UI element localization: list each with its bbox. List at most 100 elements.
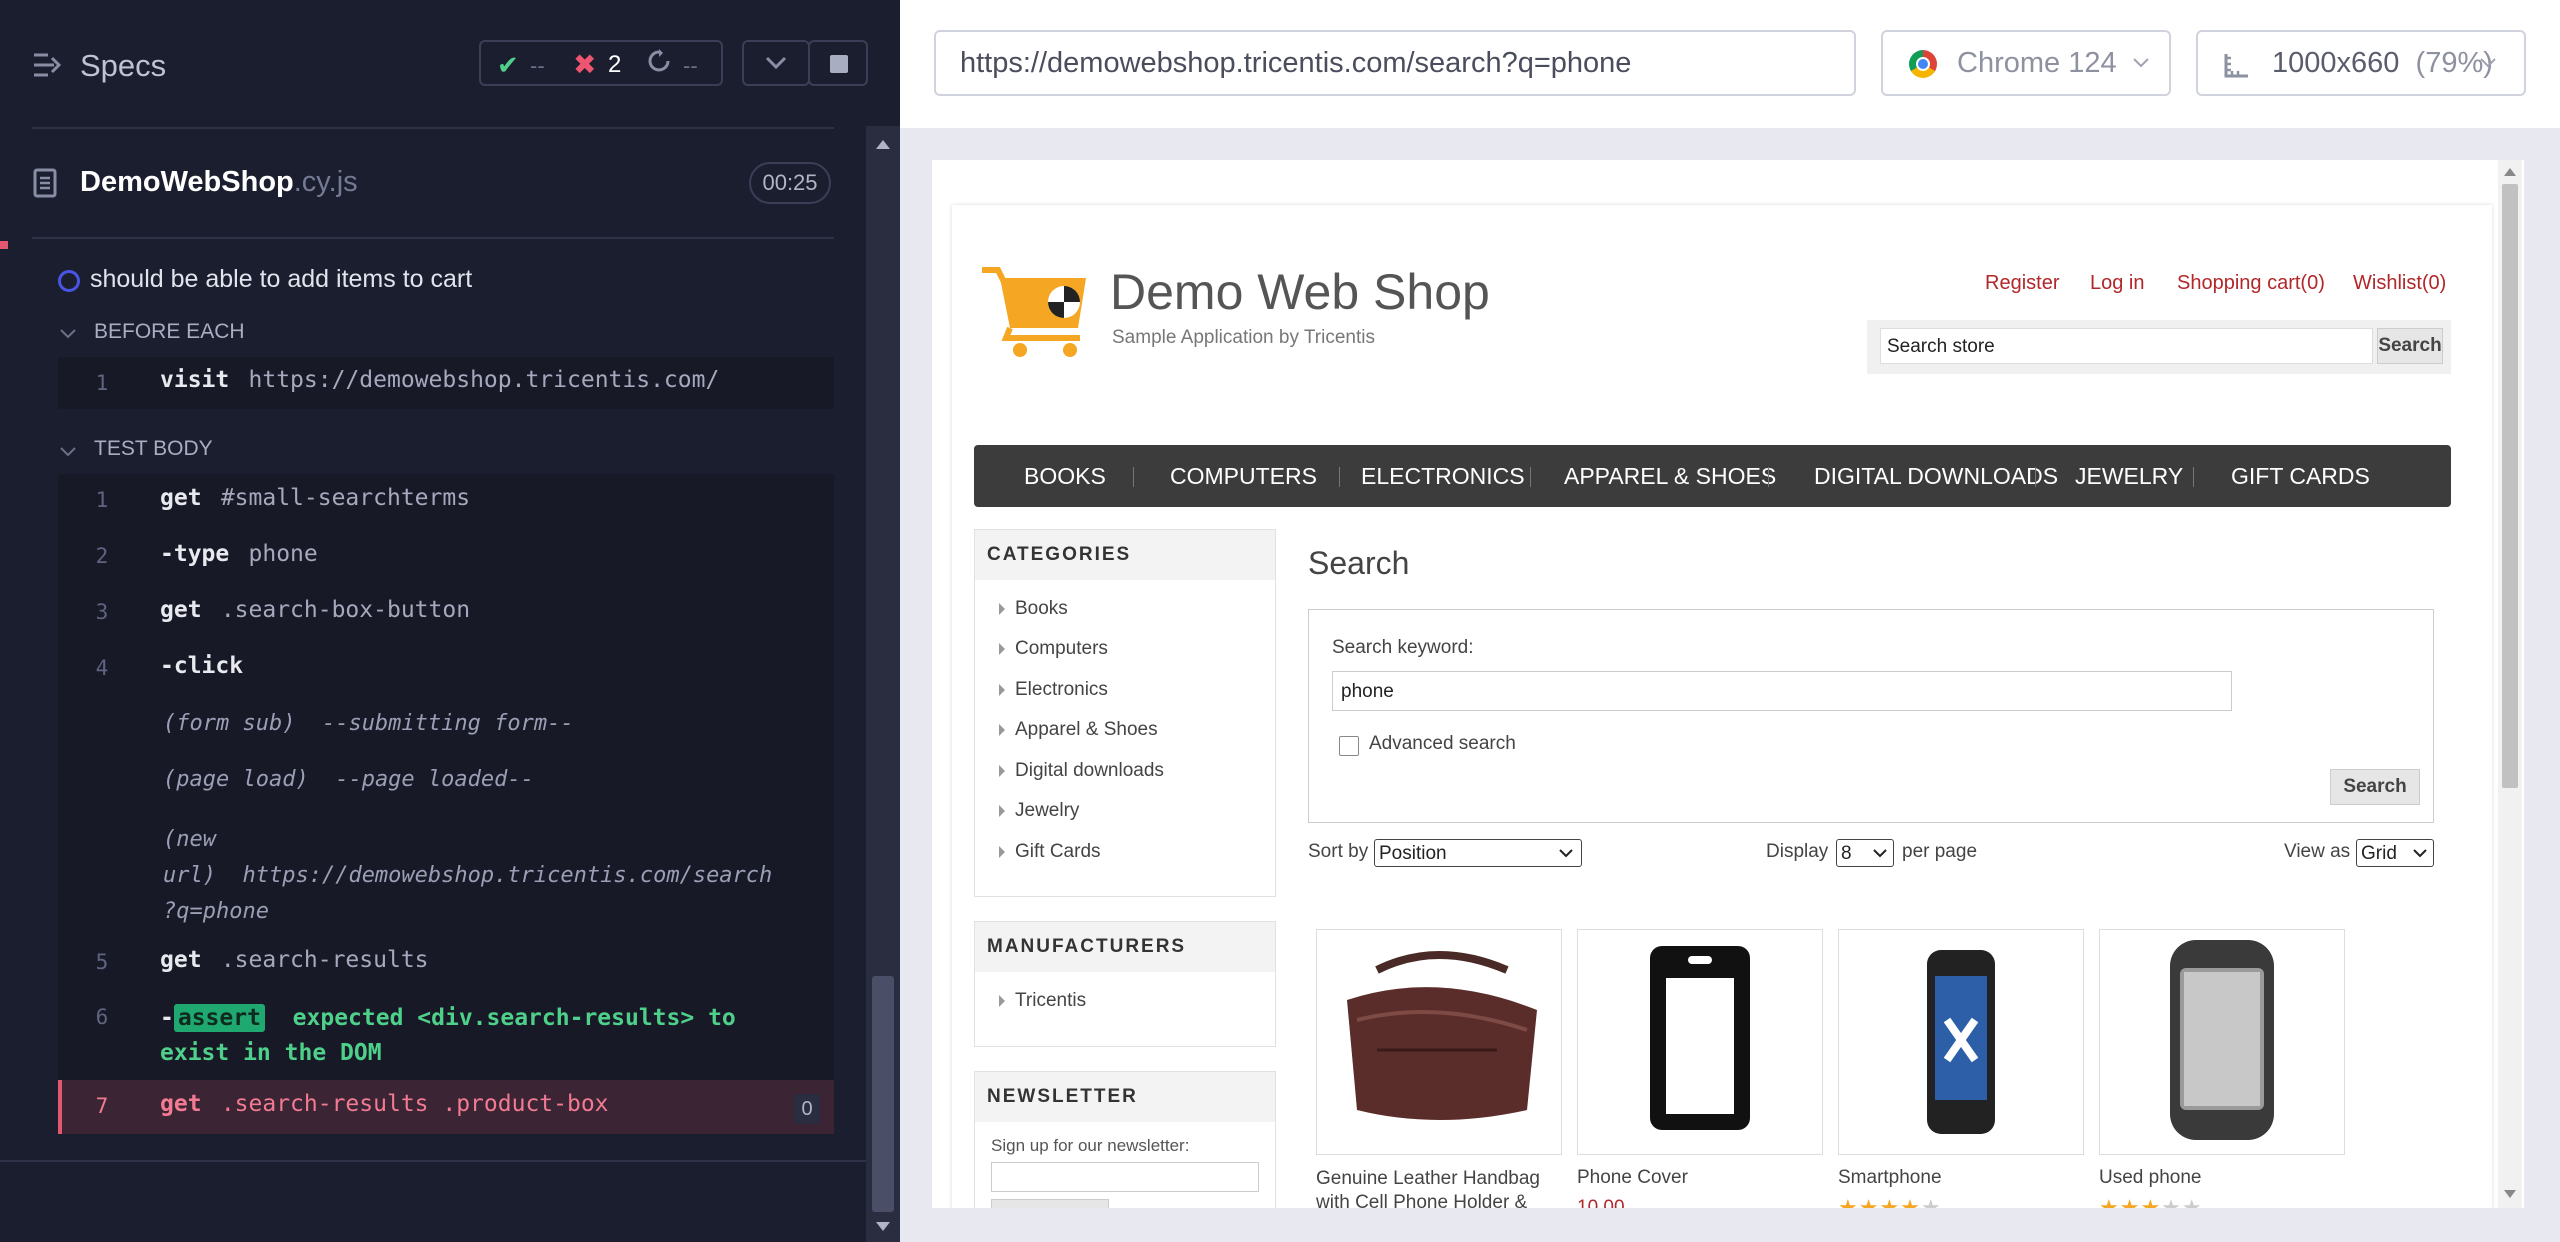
chevron-down-icon — [1559, 849, 1573, 858]
product-image[interactable] — [1577, 929, 1823, 1155]
cmd-message: .search-results — [220, 947, 429, 973]
newsletter-text: Sign up for our newsletter: — [991, 1136, 1190, 1155]
nav-computers[interactable]: COMPUTERS — [1170, 445, 1317, 507]
nav-apparel-shoes[interactable]: APPAREL & SHOES — [1564, 445, 1776, 507]
test-body-header[interactable]: TEST BODY — [94, 437, 213, 461]
command-row[interactable]: visit https://demowebshop.tricentis.com/ — [160, 367, 719, 393]
advanced-search-checkbox[interactable] — [1339, 736, 1359, 756]
product-title[interactable]: Genuine Leather Handbag with Cell Phone … — [1316, 1167, 1540, 1208]
product-price: 10.00 — [1577, 1197, 1625, 1208]
nav-gift-cards[interactable]: GIFT CARDS — [2231, 445, 2370, 507]
category-link[interactable]: Electronics — [999, 679, 1108, 701]
category-link[interactable]: Digital downloads — [999, 760, 1164, 782]
event-row[interactable]: (page load) --page loaded-- — [163, 767, 534, 792]
keyword-label: Search keyword: — [1332, 637, 1474, 658]
sort-select[interactable]: Position — [1374, 839, 1582, 867]
product-image[interactable] — [1316, 929, 1562, 1155]
nav-electronics[interactable]: ELECTRONICS — [1361, 445, 1525, 507]
nav-jewelry[interactable]: JEWELRY — [2075, 445, 2183, 507]
product-rating-stars: ★★★★★ — [2099, 1195, 2203, 1208]
command-row[interactable]: -click — [160, 653, 243, 679]
product-image[interactable] — [2099, 929, 2345, 1155]
category-link[interactable]: Gift Cards — [999, 841, 1101, 863]
chevron-down-icon — [2133, 58, 2149, 68]
product-title[interactable]: Phone Cover — [1577, 1167, 1688, 1189]
scroll-up-icon[interactable] — [876, 140, 890, 149]
scroll-thumb[interactable] — [872, 976, 894, 1212]
specs-menu-icon[interactable] — [32, 52, 62, 83]
cmd-message: phone — [248, 541, 318, 567]
search-form — [1308, 609, 2434, 823]
search-keyword-input[interactable]: phone — [1332, 671, 2232, 711]
ruler-icon — [2224, 54, 2248, 78]
wishlist-link[interactable]: Wishlist(0) — [2353, 272, 2446, 295]
stop-icon — [830, 55, 848, 73]
event-label: url) — [163, 863, 216, 888]
browser-selector[interactable]: Chrome 124 — [1881, 30, 2171, 96]
command-row[interactable]: get .search-results .product-box — [160, 1091, 609, 1117]
running-spinner-icon — [58, 270, 80, 292]
event-message: https://demowebshop.tricentis.com/search — [242, 863, 773, 888]
nav-separator — [1339, 467, 1340, 487]
shop-page: Demo Web Shop Sample Application by Tric… — [952, 205, 2492, 1208]
category-link[interactable]: Apparel & Shoes — [999, 719, 1158, 741]
reporter-pane: Specs ✔ -- ✖ 2 -- DemoWebShop.cy.js 00:2… — [0, 0, 900, 1242]
small-search-input[interactable]: Search store — [1880, 328, 2373, 364]
subscribe-button[interactable]: Subscribe — [991, 1199, 1109, 1208]
command-row[interactable]: get .search-box-button — [160, 597, 470, 623]
failure-marker — [0, 241, 8, 249]
login-link[interactable]: Log in — [2090, 272, 2145, 295]
stop-button[interactable] — [808, 40, 868, 86]
command-row[interactable]: get #small-searchterms — [160, 485, 470, 511]
nav-books[interactable]: BOOKS — [1024, 445, 1106, 507]
assert-row[interactable]: - assert expected <div.search-results> to… — [160, 1001, 736, 1071]
page-size-select[interactable]: 8 — [1836, 839, 1894, 867]
scroll-thumb[interactable] — [2502, 184, 2518, 788]
triangle-right-icon — [999, 642, 1005, 655]
product-image[interactable] — [1838, 929, 2084, 1155]
cmd-message: .search-results .product-box — [220, 1091, 609, 1117]
scroll-down-icon[interactable] — [876, 1222, 890, 1231]
shop-title[interactable]: Demo Web Shop — [1110, 263, 1490, 321]
test-title[interactable]: should be able to add items to cart — [90, 265, 472, 294]
expand-button[interactable] — [742, 40, 810, 86]
triangle-right-icon — [999, 804, 1005, 817]
view-mode-select[interactable]: Grid — [2356, 839, 2434, 867]
url-bar[interactable]: https://demowebshop.tricentis.com/search… — [934, 30, 1856, 96]
triangle-right-icon — [999, 723, 1005, 736]
smartphone-image — [1927, 950, 1995, 1134]
search-box-button[interactable]: Search — [2377, 328, 2443, 364]
newsletter-email-input[interactable] — [991, 1162, 1259, 1192]
product-title[interactable]: Smartphone — [1838, 1167, 1942, 1189]
specs-title[interactable]: Specs — [80, 48, 166, 84]
nav-digital-downloads[interactable]: DIGITAL DOWNLOADS — [1814, 445, 2058, 507]
category-link[interactable]: Computers — [999, 638, 1108, 660]
cart-logo-icon[interactable] — [980, 262, 1090, 363]
scroll-up-icon[interactable] — [2504, 168, 2516, 176]
category-link[interactable]: Jewelry — [999, 800, 1079, 822]
chevron-down-icon[interactable] — [60, 326, 76, 344]
viewport-selector[interactable]: 1000x660 (79%) — [2196, 30, 2526, 96]
reporter-scrollbar[interactable] — [866, 126, 900, 1242]
cmd-number: 6 — [95, 1005, 109, 1029]
aut-scrollbar[interactable] — [2498, 160, 2522, 1208]
register-link[interactable]: Register — [1985, 272, 2059, 295]
event-row[interactable]: (form sub) --submitting form-- — [163, 711, 574, 736]
before-each-header[interactable]: BEFORE EACH — [94, 320, 245, 344]
command-row[interactable]: get .search-results — [160, 947, 429, 973]
scroll-down-icon[interactable] — [2504, 1190, 2516, 1198]
spec-divider — [32, 237, 834, 239]
advanced-search-label[interactable]: Advanced search — [1369, 733, 1516, 755]
category-link[interactable]: Books — [999, 598, 1068, 620]
event-row[interactable]: (new url) https://demowebshop.tricentis.… — [163, 822, 772, 930]
product-title[interactable]: Used phone — [2099, 1167, 2201, 1189]
failed-count: 2 — [608, 51, 622, 78]
page-size-value: 8 — [1841, 843, 1852, 864]
manufacturer-link[interactable]: Tricentis — [999, 990, 1086, 1012]
shopping-cart-link[interactable]: Shopping cart(0) — [2177, 272, 2325, 295]
event-label: (form sub) — [163, 711, 296, 736]
search-button[interactable]: Search — [2330, 769, 2420, 805]
passed-count: -- — [530, 53, 545, 78]
command-row[interactable]: -type phone — [160, 541, 318, 567]
chevron-down-icon[interactable] — [60, 444, 76, 462]
